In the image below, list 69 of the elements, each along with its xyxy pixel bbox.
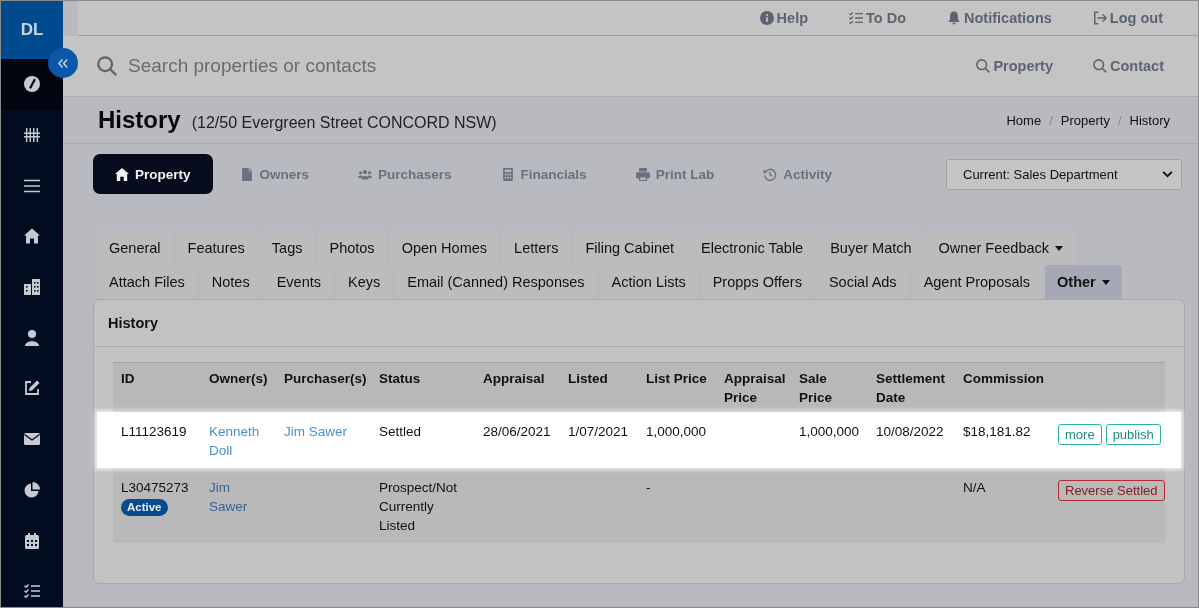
breadcrumb-link[interactable]: Home (1006, 112, 1042, 128)
checklist-icon (849, 11, 864, 25)
record-tab[interactable]: Other (1045, 265, 1122, 299)
column-header: Purchaser(s) (283, 370, 368, 388)
table-cell-text: 10/08/2022 (876, 423, 944, 441)
checklist-icon (24, 583, 40, 600)
column-header: Status (378, 370, 422, 388)
status-badge: Active (121, 499, 168, 516)
history-icon (763, 167, 778, 181)
envelope-icon (24, 431, 40, 448)
building-icon (24, 279, 40, 296)
table-cell-text: Settled (379, 423, 422, 441)
listing-id: L11123619 (121, 423, 187, 441)
gauge-icon (24, 76, 40, 93)
logout-icon (1092, 11, 1107, 25)
column-header: ID (120, 370, 136, 388)
tally-marks-icon (24, 127, 40, 144)
search-icon (976, 59, 991, 73)
search-field[interactable]: Search properties or contacts (128, 53, 947, 79)
purchaser-link[interactable]: Jim Sawer (284, 422, 347, 441)
breadcrumb-separator: / (1048, 112, 1054, 128)
column-header: Commission (962, 370, 1045, 388)
table-cell-text: 1/07/2021 (568, 423, 629, 441)
row-action-button[interactable]: publish (1105, 424, 1161, 445)
file-icon (239, 167, 254, 181)
user-icon (24, 329, 40, 346)
double-chevron-left-icon (58, 58, 68, 68)
pie-chart-icon (24, 481, 40, 498)
section-tab[interactable]: Property (93, 154, 213, 194)
row-action-button[interactable]: Reverse Settled (1058, 480, 1165, 501)
table-cell-text: 28/06/2021 (483, 423, 551, 441)
home-icon (24, 228, 40, 245)
column-header: List Price (645, 370, 708, 388)
breadcrumb-link[interactable]: History (1129, 112, 1170, 128)
search-icon (97, 56, 117, 76)
column-header: Appraisal Price (723, 370, 787, 407)
home-icon (115, 167, 129, 181)
table-cell-text: $18,181.82 (963, 423, 1031, 441)
search-icon (1093, 59, 1107, 73)
owner-link[interactable]: Kenneth Doll (209, 422, 268, 460)
row-action-button[interactable]: more (1058, 424, 1102, 445)
users-icon (358, 167, 373, 181)
page-title: History (98, 106, 181, 134)
listing-id: L30475273 (121, 479, 189, 497)
breadcrumb-link[interactable]: Property (1060, 112, 1110, 128)
column-header: Listed (567, 370, 609, 388)
logo[interactable]: DL (1, 1, 63, 59)
column-header: Settlement Date (875, 370, 947, 407)
sidebar-item[interactable] (1, 59, 63, 110)
chevron-down-icon (1162, 170, 1173, 178)
department-select[interactable]: Current: Sales Department (946, 158, 1182, 190)
table-cell-text: Prospect/Not Currently Listed (379, 479, 459, 535)
column-header: Owner(s) (208, 370, 269, 388)
breadcrumb-separator: / (1116, 112, 1123, 128)
column-header: Sale Price (798, 370, 834, 407)
page-subtitle: (12/50 Evergreen Street CONCORD NSW) (191, 113, 497, 132)
column-header: Appraisal (482, 370, 546, 388)
printer-icon (635, 167, 650, 181)
info-icon (759, 11, 774, 25)
menu-icon (24, 177, 40, 194)
calendar-icon (24, 532, 40, 549)
table-cell-text: N/A (963, 479, 986, 497)
calculator-icon (500, 167, 515, 181)
table-cell-text: 1,000,000 (799, 423, 860, 441)
pencil-square-icon (24, 380, 40, 397)
table-cell-text: - (646, 479, 651, 497)
table-cell-text: 1,000,000 (646, 423, 707, 441)
bell-icon (947, 11, 962, 25)
card-title: History (108, 315, 158, 331)
